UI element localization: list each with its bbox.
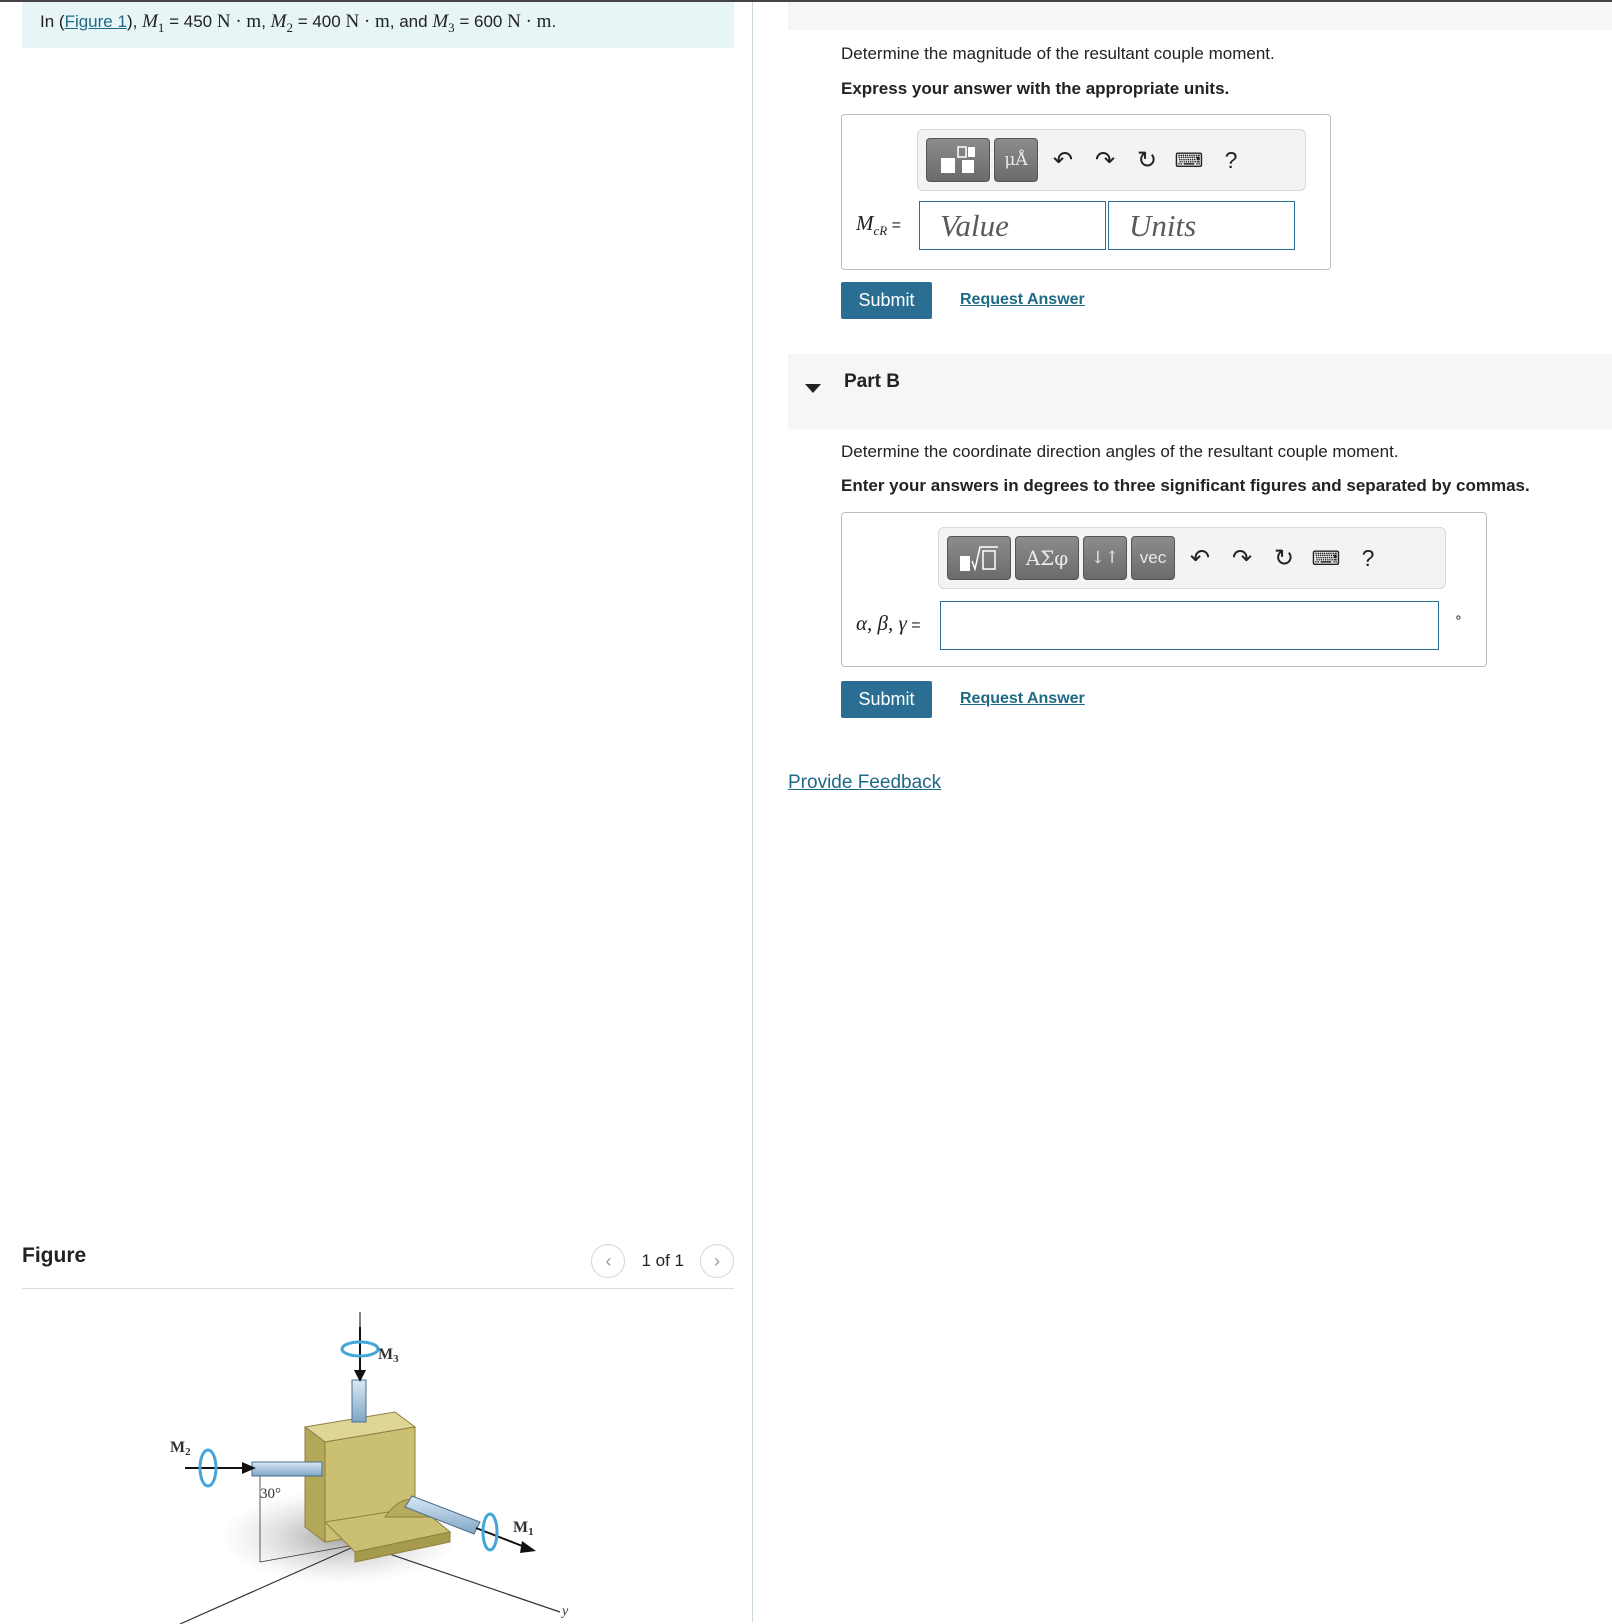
- m1-symbol: M1: [142, 11, 165, 35]
- m2-symbol: M2: [270, 11, 293, 35]
- redo-icon[interactable]: ↷: [1084, 138, 1126, 182]
- help-icon[interactable]: ?: [1347, 536, 1389, 580]
- redo-icon[interactable]: ↷: [1221, 536, 1263, 580]
- undo-icon[interactable]: ↶: [1179, 536, 1221, 580]
- reset-icon[interactable]: ↻: [1126, 138, 1168, 182]
- intro-suffix: ),: [126, 12, 138, 31]
- part-a-submit-button[interactable]: Submit: [841, 282, 932, 319]
- templates-sqrt-icon: [960, 546, 998, 572]
- m2-value: = 400: [292, 12, 346, 31]
- value-input[interactable]: [919, 201, 1106, 250]
- angle-label: 30°: [260, 1486, 281, 1502]
- m2-label: M2: [170, 1439, 191, 1458]
- problem-statement: In (Figure 1), M1 = 450 N · m, M2 = 400 …: [22, 2, 734, 48]
- m3-symbol: M3: [432, 11, 455, 35]
- angles-label: α, β, γ =: [856, 611, 921, 635]
- arrows-button[interactable]: ↓↑: [1083, 536, 1127, 580]
- chevron-right-icon[interactable]: ›: [700, 1244, 734, 1278]
- m1-unit: N · m: [216, 11, 262, 32]
- figure-diagram: z y M3 M2 M1 30°: [170, 1312, 569, 1624]
- part-b-submit-button[interactable]: Submit: [841, 681, 932, 718]
- part-a-answer-box: μÅ ↶ ↷ ↻ ⌨ ? McR =: [841, 114, 1331, 270]
- figure-title: Figure: [22, 1244, 87, 1267]
- m3-unit: N · m: [507, 11, 552, 32]
- templates-icon: [941, 146, 975, 173]
- keyboard-icon[interactable]: ⌨: [1305, 536, 1347, 580]
- intro-and: and: [399, 12, 433, 31]
- figure-pager: ‹ 1 of 1 ›: [591, 1244, 734, 1278]
- part-a-question: Determine the magnitude of the resultant…: [841, 44, 1275, 63]
- provide-feedback-link[interactable]: Provide Feedback: [788, 772, 941, 794]
- y-axis-label: y: [560, 1604, 569, 1619]
- figure-header: Figure ‹ 1 of 1 ›: [22, 1234, 734, 1289]
- part-a-instruction: Express your answer with the appropriate…: [841, 79, 1230, 98]
- shaft-m3: [351, 1379, 367, 1423]
- m3-value: = 600: [454, 12, 508, 31]
- help-icon[interactable]: ?: [1210, 138, 1252, 182]
- keyboard-icon[interactable]: ⌨: [1168, 138, 1210, 182]
- block-front: [304, 1426, 326, 1543]
- units-button[interactable]: μÅ: [994, 138, 1038, 182]
- intro-prefix: In (: [40, 12, 65, 31]
- greek-button[interactable]: ΑΣφ: [1015, 536, 1079, 580]
- part-a-request-answer-link[interactable]: Request Answer: [960, 291, 1085, 309]
- part-b-answer-box: ΑΣφ ↓↑ vec ↶ ↷ ↻ ⌨ ? α, β, γ = ∘: [841, 512, 1487, 667]
- part-b-instruction: Enter your answers in degrees to three s…: [841, 476, 1530, 495]
- angles-input[interactable]: [940, 601, 1439, 650]
- templates-button[interactable]: [947, 536, 1011, 580]
- left-pane: In (Figure 1), M1 = 450 N · m, M2 = 400 …: [0, 2, 752, 1624]
- m1-arrowhead: [520, 1541, 536, 1553]
- units-input[interactable]: [1108, 201, 1295, 250]
- reset-icon[interactable]: ↻: [1263, 536, 1305, 580]
- right-pane: Determine the magnitude of the resultant…: [788, 2, 1612, 1622]
- m-cr-label: McR =: [856, 211, 902, 239]
- part-b-question: Determine the coordinate direction angle…: [841, 442, 1399, 461]
- m1-label: M1: [513, 1519, 534, 1538]
- pane-divider: [752, 2, 753, 1622]
- m3-label: M3: [378, 1346, 399, 1365]
- shaft-m2: [251, 1461, 323, 1477]
- part-a-toolbar: μÅ ↶ ↷ ↻ ⌨ ?: [917, 129, 1306, 191]
- part-b-title: Part B: [844, 371, 900, 392]
- chevron-left-icon[interactable]: ‹: [591, 1244, 626, 1278]
- part-a-header: [788, 2, 1612, 30]
- collapse-arrow-icon[interactable]: [805, 384, 821, 393]
- part-b-request-answer-link[interactable]: Request Answer: [960, 690, 1085, 708]
- part-b-header[interactable]: Part B: [788, 354, 1612, 429]
- pager-text: 1 of 1: [641, 1251, 684, 1270]
- figure-link[interactable]: Figure 1: [65, 12, 127, 31]
- m1-value: = 450: [164, 12, 217, 31]
- templates-button[interactable]: [926, 138, 990, 182]
- vec-button[interactable]: vec: [1131, 536, 1175, 580]
- part-b-toolbar: ΑΣφ ↓↑ vec ↶ ↷ ↻ ⌨ ?: [938, 527, 1446, 589]
- m2-unit: N · m: [345, 11, 390, 32]
- undo-icon[interactable]: ↶: [1042, 138, 1084, 182]
- degree-symbol: ∘: [1454, 609, 1463, 625]
